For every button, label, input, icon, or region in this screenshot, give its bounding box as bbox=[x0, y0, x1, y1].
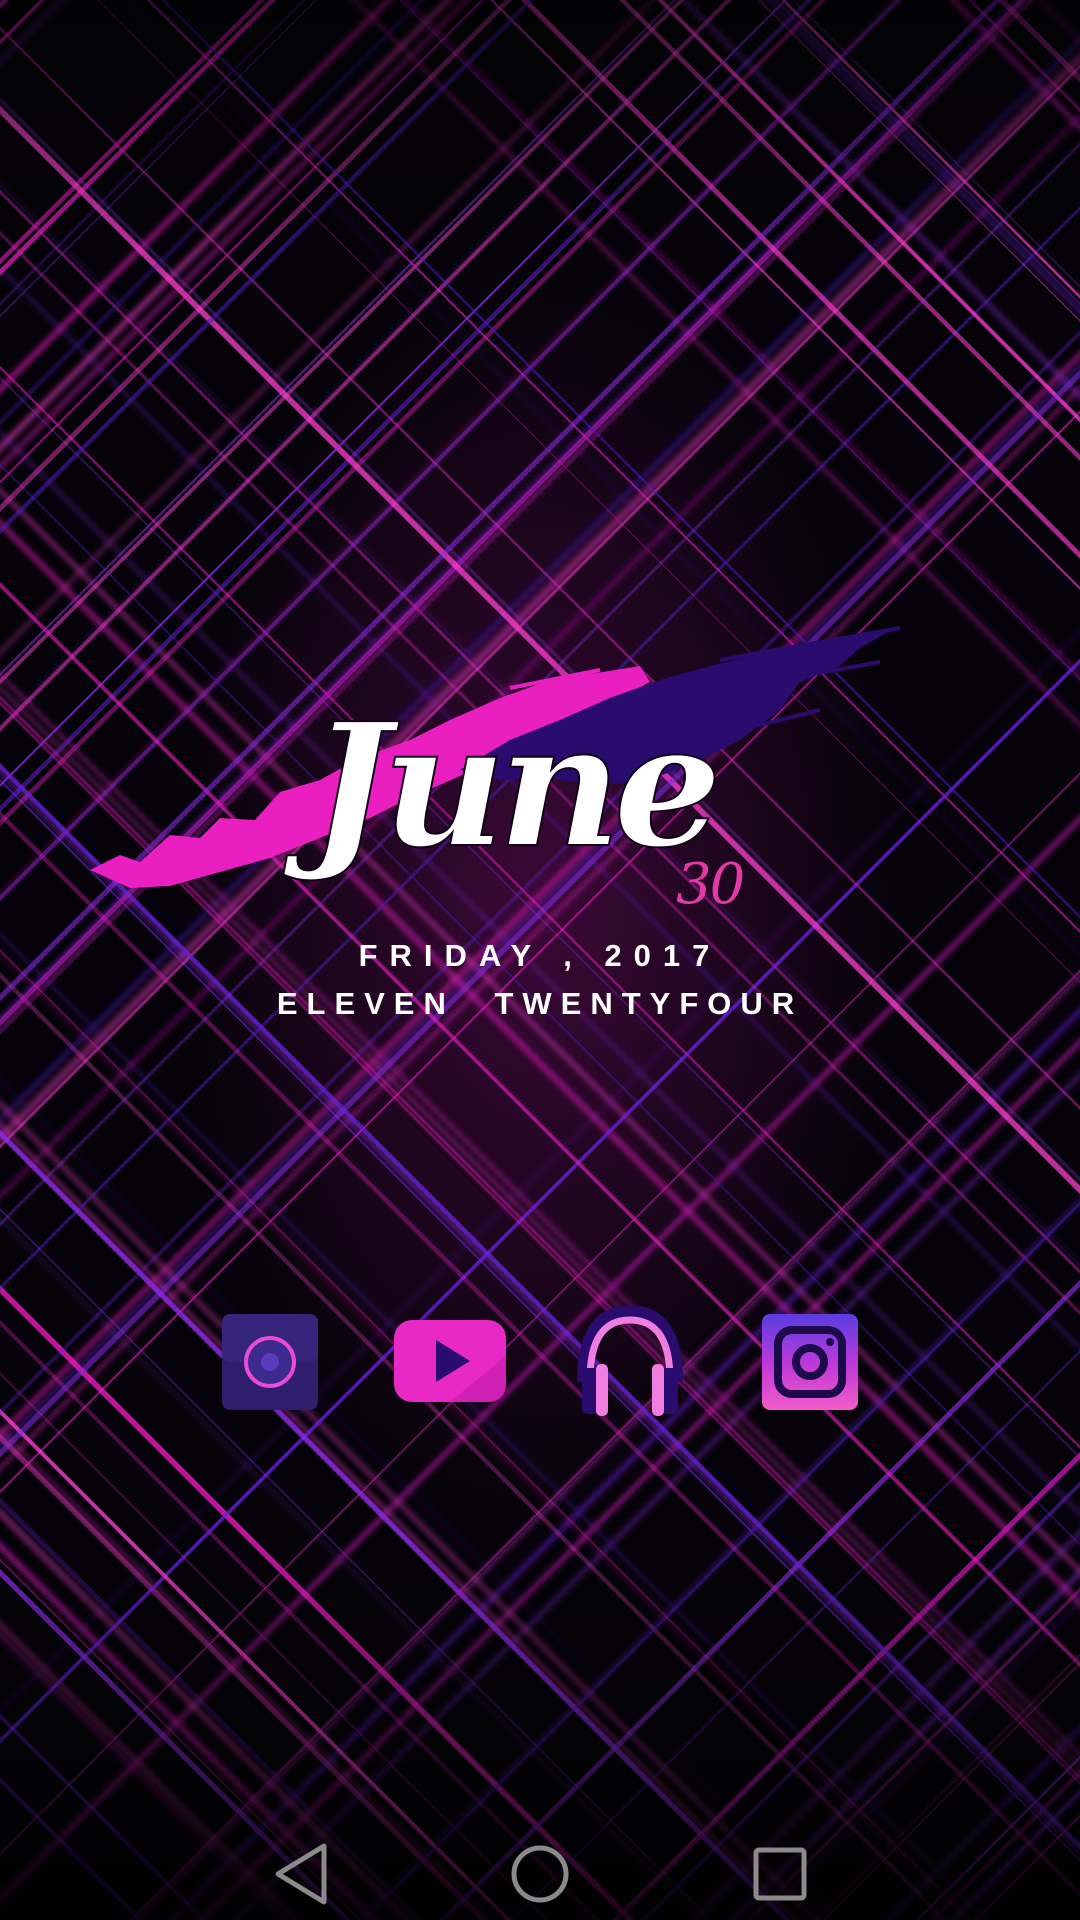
recents-button[interactable] bbox=[740, 1836, 820, 1912]
instagram-icon bbox=[762, 1314, 858, 1410]
music-app-button[interactable] bbox=[574, 1306, 686, 1418]
clock-widget[interactable]: June 30 FRIDAY , 2017 ELEVEN TWENTYFOUR bbox=[0, 570, 1080, 1050]
home-button[interactable] bbox=[500, 1836, 580, 1912]
time-in-words: ELEVEN TWENTYFOUR bbox=[276, 986, 804, 1021]
month-label: June bbox=[283, 686, 715, 886]
youtube-app-button[interactable] bbox=[394, 1306, 506, 1418]
instagram-app-button[interactable] bbox=[754, 1306, 866, 1418]
day-number: 30 bbox=[676, 852, 745, 917]
camera-app-button[interactable] bbox=[214, 1306, 326, 1418]
app-dock bbox=[0, 1306, 1080, 1418]
month-brush-art: June bbox=[90, 626, 901, 888]
navigation-bar bbox=[0, 1820, 1080, 1920]
home-icon bbox=[511, 1845, 569, 1903]
back-button[interactable] bbox=[260, 1836, 340, 1912]
headphones-music-icon bbox=[577, 1306, 683, 1416]
weekday-year: FRIDAY , 2017 bbox=[358, 938, 722, 973]
youtube-icon bbox=[394, 1320, 506, 1402]
camera-icon bbox=[222, 1314, 318, 1410]
recents-icon bbox=[753, 1847, 807, 1901]
back-icon bbox=[275, 1843, 327, 1905]
